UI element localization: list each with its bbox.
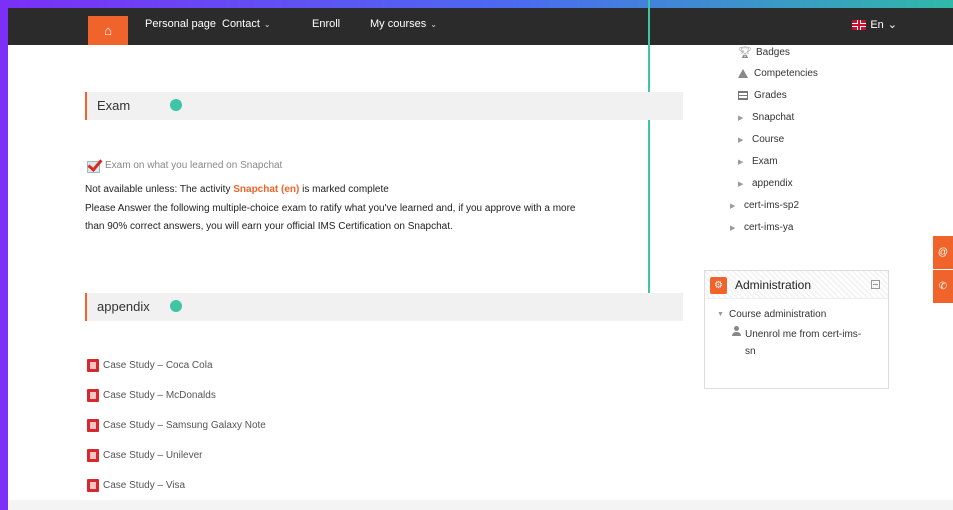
triangle-right-icon: ▶ [738,158,744,166]
resource-label: Case Study – Samsung Galaxy Note [103,420,266,431]
nav-tree-appendix[interactable]: ▶ appendix [738,178,793,189]
nav-contact-label: Contact [222,18,260,30]
section-title: appendix [97,299,150,314]
floating-contact-tab[interactable]: @ [933,236,953,269]
nav-tree-badges[interactable]: 🏆︎ Badges [738,46,790,59]
grades-icon [738,91,748,100]
course-administration-item[interactable]: ▼ Course administration [717,309,888,320]
nav-tree-snapchat[interactable]: ▶ Snapchat [738,112,794,123]
restriction-text: Not available unless: The activity Snapc… [85,184,389,195]
pdf-icon [87,419,99,432]
phone-icon: ✆ [938,281,948,292]
language-label: En [870,18,884,31]
triangle-right-icon: ▶ [738,180,744,188]
triangle-right-icon: ▶ [730,224,736,232]
section-title: Exam [97,98,131,113]
connector-dot-exam [170,99,182,111]
nav-enroll[interactable]: Enroll [312,18,340,30]
resource-label: Case Study – McDonalds [103,390,216,401]
administration-body: ▼ Course administration Unenrol me from … [705,299,888,360]
restriction-activity-link[interactable]: Snapchat (en) [233,184,299,195]
administration-title: Administration [735,278,812,292]
frame-top-border [0,0,953,8]
unenrol-label-line1: Unenrol me from cert-ims- [745,329,862,340]
nav-tree-label: cert-ims-sp2 [744,200,800,211]
unenrol-link[interactable]: Unenrol me from cert-ims- sn [717,326,888,360]
resource-label: Case Study – Visa [103,480,186,491]
nav-tree-label: appendix [752,178,793,189]
administration-block: ⚙ Administration ▼ Course administration… [704,270,889,389]
home-button[interactable]: ⌂ [88,16,128,45]
unenrol-label-line2: sn [745,346,756,357]
nav-tree-grades[interactable]: Grades [738,90,787,101]
nav-my-courses-label: My courses [370,18,427,30]
top-navbar: ⌂ Personal page Contact ⌄ Enroll My cour… [8,8,953,45]
chevron-down-icon: ⌄ [263,19,271,29]
pdf-icon [87,359,99,372]
at-sign-icon: @ [937,247,949,258]
trophy-icon: 🏆︎ [738,47,752,59]
floating-phone-tab[interactable]: ✆ [933,270,953,303]
resource-link[interactable]: Case Study – Samsung Galaxy Note [87,419,266,432]
nav-tree-label: Course [752,134,785,145]
exam-activity-label: Exam on what you learned on Snapchat [105,159,283,171]
bottom-strip [8,500,953,510]
user-icon [731,326,741,336]
connector-dot-appendix [170,300,182,312]
unenrol-label: Unenrol me from cert-ims- sn [745,326,861,360]
pdf-icon [87,479,99,492]
nav-tree-competencies[interactable]: Competencies [738,68,818,79]
restriction-prefix: Not available unless: The activity [85,184,234,195]
settings-gears-icon: ⚙ [710,277,727,294]
resource-label: Case Study – Unilever [103,450,203,461]
nav-tree-label: Snapchat [752,112,795,123]
resource-label: Case Study – Coca Cola [103,360,213,371]
nav-personal-page[interactable]: Personal page [145,18,216,30]
triangle-down-icon: ▼ [717,311,724,318]
resource-link[interactable]: Case Study – Unilever [87,449,203,462]
nav-tree-cert-ims-ya[interactable]: ▶ cert-ims-ya [730,222,793,233]
exam-description-line2: than 90% correct answers, you will earn … [85,221,453,232]
triangle-right-icon: ▶ [738,114,744,122]
exam-activity-link[interactable]: Exam on what you learned on Snapchat [87,158,283,173]
administration-header: ⚙ Administration [705,271,888,299]
nav-personal-page-label: Personal page [145,18,216,30]
frame-left-border [0,0,8,510]
pdf-icon [87,449,99,462]
connector-vertical-line [648,0,650,306]
course-administration-label: Course administration [729,309,827,320]
resource-link[interactable]: Case Study – Visa [87,479,185,492]
nav-tree-label: Competencies [754,68,818,79]
chevron-down-icon: ⌄ [887,19,897,31]
nav-tree-course[interactable]: ▶ Course [738,134,784,145]
exam-description-line1: Please Answer the following multiple-cho… [85,203,576,214]
resource-link[interactable]: Case Study – McDonalds [87,389,216,402]
nav-tree-cert-ims-sp2[interactable]: ▶ cert-ims-sp2 [730,200,799,211]
resource-link[interactable]: Case Study – Coca Cola [87,359,213,372]
uk-flag-icon [852,19,867,30]
nav-contact[interactable]: Contact ⌄ [222,18,271,30]
triangle-right-icon: ▶ [730,202,736,210]
nav-tree-label: cert-ims-ya [744,222,794,233]
nav-enroll-label: Enroll [312,18,341,30]
language-selector[interactable]: En ⌄ [852,18,897,31]
nav-tree-exam[interactable]: ▶ Exam [738,156,778,167]
home-icon: ⌂ [104,23,112,38]
competency-icon [738,69,748,78]
nav-my-courses[interactable]: My courses ⌄ [370,18,437,30]
nav-tree-label: Exam [752,156,778,167]
quiz-checkmark-icon [87,158,101,173]
pdf-icon [87,389,99,402]
nav-tree-label: Badges [756,47,790,58]
restriction-suffix: is marked complete [299,184,389,195]
collapse-icon[interactable] [871,280,880,289]
nav-tree-label: Grades [754,90,787,101]
chevron-down-icon: ⌄ [430,19,437,29]
triangle-right-icon: ▶ [738,136,744,144]
